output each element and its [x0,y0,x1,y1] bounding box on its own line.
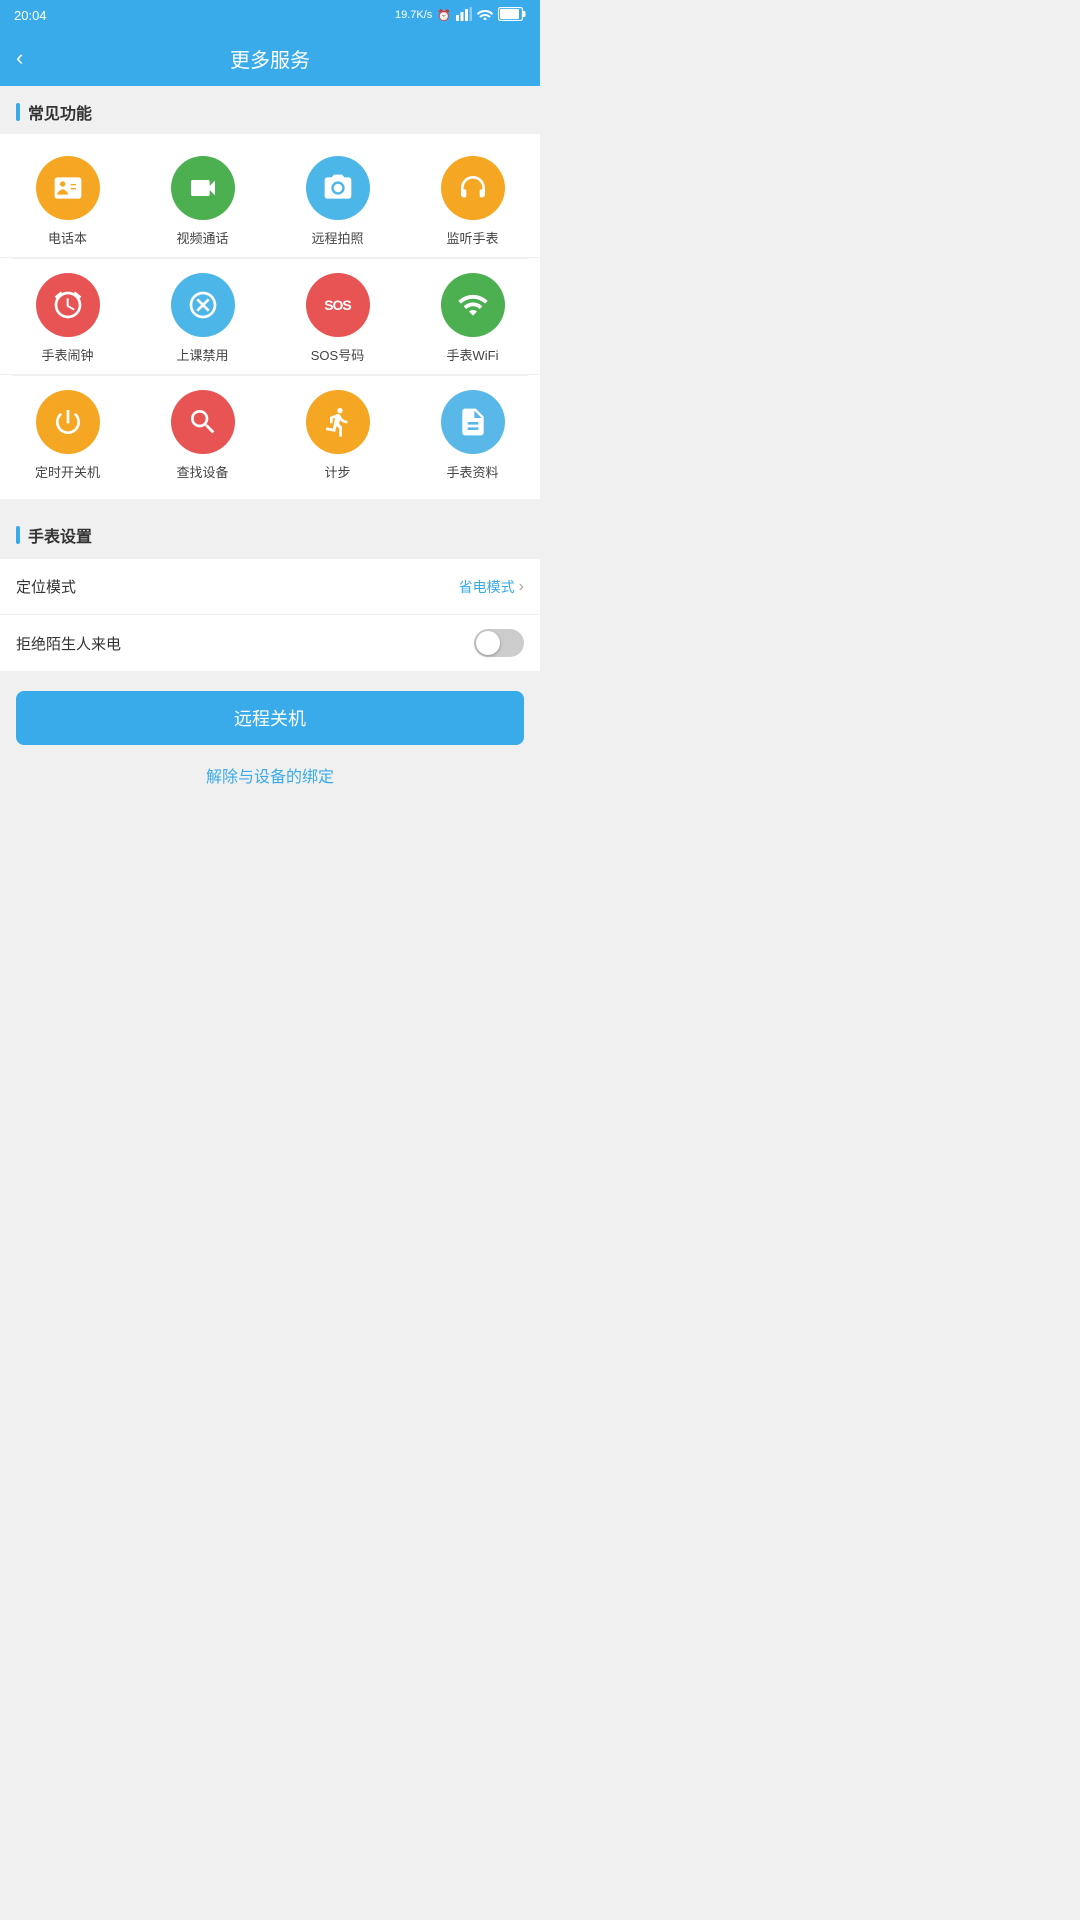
alarm-label: 手表闹钟 [41,345,93,364]
watch-listen-label: 监听手表 [446,228,498,247]
location-mode-label: 定位模式 [16,576,76,597]
network-speed: 19.7K/s [395,9,432,21]
sos-icon: SOS [306,273,370,337]
find-device-label: 查找设备 [176,462,228,481]
alarm-icon: ⏰ [437,9,451,22]
location-mode-current: 省电模式 [459,577,515,597]
page-title: 更多服务 [230,44,310,73]
status-bar: 20:04 19.7K/s ⏰ [0,0,540,30]
class-ban-label: 上课禁用 [176,345,228,364]
grid-item-class-ban[interactable]: 上课禁用 [135,259,270,375]
grid-item-watch-listen[interactable]: 监听手表 [405,142,540,258]
video-call-icon [171,156,235,220]
grid-item-alarm[interactable]: 手表闹钟 [0,259,135,375]
status-time: 20:04 [14,8,47,23]
bottom-section: 远程关机 解除与设备的绑定 [0,671,540,807]
grid-item-remote-photo[interactable]: 远程拍照 [270,142,405,258]
watch-info-icon [441,390,505,454]
timer-power-label: 定时开关机 [35,462,100,481]
settings-card: 定位模式 省电模式 › 拒绝陌生人来电 [0,559,540,671]
timer-power-icon [36,390,100,454]
remote-shutdown-button[interactable]: 远程关机 [16,691,524,745]
location-mode-value: 省电模式 › [459,577,524,597]
watch-info-label: 手表资料 [446,462,498,481]
phonebook-label: 电话本 [48,228,87,247]
alarm-watch-icon [36,273,100,337]
common-functions-title: 常见功能 [28,100,92,124]
grid-item-find-device[interactable]: 查找设备 [135,376,270,491]
grid-item-watch-info[interactable]: 手表资料 [405,376,540,491]
watch-wifi-icon [441,273,505,337]
grid-item-watch-wifi[interactable]: 手表WiFi [405,259,540,375]
step-count-icon [306,390,370,454]
sos-label: SOS号码 [311,345,364,364]
battery-display [498,7,526,24]
block-strangers-toggle[interactable] [474,629,524,657]
chevron-right-icon: › [519,578,524,596]
phonebook-icon [36,156,100,220]
signal-icon [456,7,472,24]
grid-item-video-call[interactable]: 视频通话 [135,142,270,258]
unbind-button[interactable]: 解除与设备的绑定 [16,745,524,797]
wifi-icon [477,8,493,23]
watch-listen-icon [441,156,505,220]
back-button[interactable]: ‹ [16,45,23,71]
settings-item-block-strangers: 拒绝陌生人来电 [0,615,540,671]
grid-item-sos[interactable]: SOS SOS号码 [270,259,405,375]
find-device-icon [171,390,235,454]
icon-grid: 电话本 视频通话 远程拍照 监听手表 手表闹钟 [0,134,540,499]
remote-photo-icon [306,156,370,220]
status-right: 19.7K/s ⏰ [395,7,526,24]
common-functions-grid: 电话本 视频通话 远程拍照 监听手表 手表闹钟 [0,134,540,499]
step-count-label: 计步 [324,462,350,481]
section-bar-icon [16,103,20,121]
grid-item-step-count[interactable]: 计步 [270,376,405,491]
video-call-label: 视频通话 [176,228,228,247]
watch-settings-title: 手表设置 [28,523,92,547]
watch-wifi-label: 手表WiFi [447,345,499,364]
watch-settings-header: 手表设置 [0,509,540,557]
common-functions-header: 常见功能 [0,86,540,134]
grid-item-phonebook[interactable]: 电话本 [0,142,135,258]
grid-item-timer-power[interactable]: 定时开关机 [0,376,135,491]
section-bar-settings-icon [16,526,20,544]
toggle-knob [476,631,500,655]
remote-photo-label: 远程拍照 [311,228,363,247]
settings-item-location-mode[interactable]: 定位模式 省电模式 › [0,559,540,615]
block-strangers-label: 拒绝陌生人来电 [16,633,121,654]
header: ‹ 更多服务 [0,30,540,86]
class-ban-icon [171,273,235,337]
